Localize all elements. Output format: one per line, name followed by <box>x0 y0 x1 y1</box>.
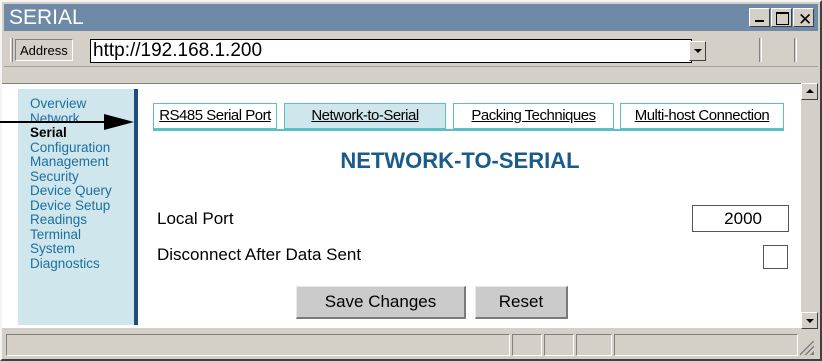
status-panel <box>576 334 612 356</box>
resize-grip-icon[interactable] <box>800 341 814 355</box>
address-label: Address <box>15 39 73 61</box>
page-title: NETWORK-TO-SERIAL <box>340 148 580 173</box>
status-panel <box>512 334 542 356</box>
sidebar-item-overview[interactable]: Overview <box>30 96 134 112</box>
window-title: SERIAL <box>9 6 84 29</box>
close-button[interactable]: ✕ <box>793 8 814 30</box>
status-panel <box>544 334 574 356</box>
tab-rs485-serial-port[interactable]: RS485 Serial Port <box>153 103 277 129</box>
reset-button[interactable]: Reset <box>475 286 568 319</box>
callout-arrow-icon <box>104 114 134 130</box>
toolbar-separator <box>794 38 797 62</box>
vertical-scrollbar[interactable] <box>801 83 818 329</box>
window-controls: ✕ <box>749 8 814 30</box>
maximize-button[interactable] <box>771 8 792 27</box>
title-bar: SERIAL ✕ <box>4 4 818 31</box>
scroll-up-button[interactable] <box>801 83 818 100</box>
local-port-input[interactable]: 2000 <box>692 205 789 232</box>
sidebar-item-device-query[interactable]: Device Query <box>30 183 134 199</box>
sidebar-item-system[interactable]: System <box>30 241 134 257</box>
sidebar-item-device-setup[interactable]: Device Setup <box>30 198 134 214</box>
address-bar: Address http://192.168.1.200 <box>4 33 818 67</box>
sidebar-item-readings[interactable]: Readings <box>30 212 134 228</box>
toolbar-grip[interactable] <box>10 38 13 62</box>
status-panel-zone <box>614 334 798 356</box>
disconnect-label: Disconnect After Data Sent <box>157 245 362 264</box>
save-changes-button[interactable]: Save Changes <box>296 286 466 319</box>
status-panel-main <box>6 334 510 356</box>
address-dropdown-button[interactable] <box>689 41 706 61</box>
disconnect-checkbox[interactable] <box>763 245 788 269</box>
sidebar-item-management[interactable]: Management <box>30 154 134 170</box>
tab-packing-techniques[interactable]: Packing Techniques <box>453 103 614 129</box>
tab-underline <box>153 129 784 131</box>
status-bar <box>2 331 816 357</box>
sidebar-item-terminal[interactable]: Terminal <box>30 227 134 243</box>
close-icon: ✕ <box>798 10 813 30</box>
local-port-label: Local Port <box>157 209 234 228</box>
sidebar-item-diagnostics[interactable]: Diagnostics <box>30 256 134 272</box>
address-input[interactable]: http://192.168.1.200 <box>90 39 692 63</box>
sidebar-item-security[interactable]: Security <box>30 169 134 185</box>
tab-network-to-serial[interactable]: Network-to-Serial <box>284 103 446 129</box>
minimize-button[interactable] <box>749 8 770 27</box>
tab-multi-host-connection[interactable]: Multi-host Connection <box>620 103 784 129</box>
toolbar-separator <box>759 38 762 62</box>
sidebar-item-configuration[interactable]: Configuration <box>30 140 134 156</box>
scroll-down-button[interactable] <box>801 312 818 329</box>
